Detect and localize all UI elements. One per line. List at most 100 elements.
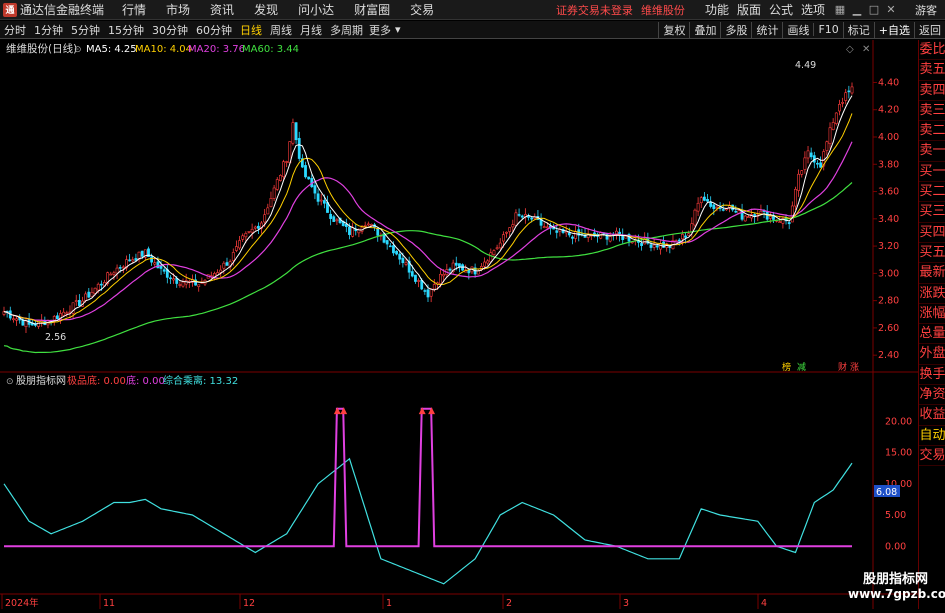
panel-outer[interactable]: 外盘 — [919, 344, 945, 365]
candle-body — [178, 284, 182, 286]
menu-ask[interactable]: 问小达 — [298, 1, 334, 18]
chart-area[interactable]: ▲ ▲ ▲ ▲ 维维股份(日线) ⊙ MA5: 4.25 MA10: 4.04 MA2… — [0, 40, 918, 609]
panel-volume[interactable]: 总量 — [919, 324, 945, 345]
maximize-icon[interactable]: □ — [867, 3, 881, 17]
period-multi[interactable]: 多周期 — [326, 22, 367, 38]
signal-arrow-icon: ▲ — [428, 406, 435, 416]
close-pane-icon[interactable]: ✕ — [862, 44, 870, 55]
f10-button[interactable]: F10 — [813, 23, 842, 36]
period-30min[interactable]: 30分钟 — [148, 22, 192, 38]
indicator-toggle-icon[interactable]: ⊙ — [6, 377, 14, 387]
close-icon[interactable]: ✕ — [884, 3, 898, 17]
more-dropdown-icon[interactable]: ▾ — [393, 23, 403, 36]
menu-formula[interactable]: 公式 — [769, 1, 793, 18]
candle-body — [329, 213, 333, 219]
panel-buy4[interactable]: 买四 — [919, 223, 945, 243]
ma5-label: MA5: 4.25 — [86, 44, 137, 55]
candle-body — [690, 223, 694, 233]
period-weekly[interactable]: 周线 — [266, 22, 296, 38]
panel-net-assets[interactable]: 净资 — [919, 385, 945, 406]
candle-body — [392, 245, 395, 254]
adjust-button[interactable]: 复权 — [658, 21, 689, 38]
stats-button[interactable]: 统计 — [751, 21, 782, 38]
candle-body — [244, 233, 248, 238]
candle-body — [344, 223, 348, 228]
chevron-down-icon[interactable]: ⊙ — [74, 45, 82, 55]
candle-body — [492, 250, 496, 256]
menu-layout[interactable]: 版面 — [737, 1, 761, 18]
period-daily[interactable]: 日线 — [236, 22, 266, 38]
marker-reduce[interactable]: 减 — [797, 361, 806, 373]
candle-body — [423, 290, 427, 292]
diamond-icon[interactable]: ◇ — [846, 44, 854, 55]
marker-finance[interactable]: 财 — [838, 361, 847, 373]
candle-body — [831, 122, 835, 130]
menu-quotes[interactable]: 行情 — [122, 1, 146, 18]
period-5min[interactable]: 5分钟 — [67, 22, 104, 38]
period-15min[interactable]: 15分钟 — [104, 22, 148, 38]
high-price-annotation: 4.49 — [795, 60, 816, 71]
draw-line-button[interactable]: 画线 — [782, 21, 813, 38]
candle-body — [649, 244, 653, 248]
kline-chart-svg[interactable]: ▲ ▲ ▲ ▲ 维维股份(日线) ⊙ MA5: 4.25 MA10: 4.04 MA2… — [0, 40, 918, 609]
panel-sell1[interactable]: 卖一 — [919, 141, 945, 162]
period-60min[interactable]: 60分钟 — [192, 22, 236, 38]
menu-market[interactable]: 市场 — [166, 1, 190, 18]
panel-buy5[interactable]: 买五 — [919, 243, 945, 264]
panel-commit-ratio[interactable]: 委比 — [919, 40, 945, 61]
period-tick[interactable]: 分时 — [0, 22, 30, 38]
panel-change[interactable]: 涨跌 — [919, 284, 945, 304]
panel-turnover[interactable]: 换手 — [919, 365, 945, 386]
menu-trade[interactable]: 交易 — [410, 1, 434, 18]
panel-sell3[interactable]: 卖三 — [919, 101, 945, 122]
guest-user[interactable]: 游客 — [915, 2, 937, 18]
candle-body — [429, 288, 433, 297]
panel-latest[interactable]: 最新 — [919, 263, 945, 284]
candle-body — [99, 283, 103, 286]
menu-function[interactable]: 功能 — [705, 1, 729, 18]
candle-body — [278, 175, 282, 181]
back-button[interactable]: 返回 — [914, 21, 945, 38]
add-favorite-button[interactable]: +自选 — [873, 21, 914, 38]
candle-body — [269, 198, 273, 207]
candle-body — [253, 226, 257, 229]
candle-body — [156, 261, 160, 269]
panel-change-pct[interactable]: 涨幅 — [919, 304, 945, 325]
panel-buy1[interactable]: 买一 — [919, 162, 945, 183]
candle-body — [514, 212, 518, 226]
grid-icon[interactable]: ▦ — [833, 3, 847, 17]
candle-body — [376, 228, 380, 236]
panel-trade[interactable]: 交易 — [919, 446, 945, 467]
menu-news[interactable]: 资讯 — [210, 1, 234, 18]
multi-stock-button[interactable]: 多股 — [720, 21, 751, 38]
menu-options[interactable]: 选项 — [801, 1, 825, 18]
panel-sell4[interactable]: 卖四 — [919, 81, 945, 101]
panel-sell5[interactable]: 卖五 — [919, 60, 945, 81]
price-tick-label: 2.60 — [878, 323, 899, 334]
date-tick-label: 12 — [243, 598, 255, 609]
menu-wealth[interactable]: 财富圈 — [354, 1, 390, 18]
candle-body — [790, 205, 794, 223]
marker-rise[interactable]: 涨 — [850, 362, 859, 373]
candle-body — [90, 291, 94, 297]
candle-body — [112, 272, 116, 275]
panel-buy2[interactable]: 买二 — [919, 182, 945, 203]
candle-body — [388, 245, 392, 248]
panel-buy3[interactable]: 买三 — [919, 202, 945, 223]
minimize-icon[interactable]: ▁ — [850, 3, 864, 17]
candle-body — [652, 244, 656, 248]
marker-bang[interactable]: 榜 — [782, 361, 791, 373]
panel-earnings[interactable]: 收益 — [919, 405, 945, 426]
login-warning[interactable]: 证券交易未登录 — [556, 2, 633, 18]
panel-auto[interactable]: 自动 — [919, 426, 945, 446]
candle-body — [787, 222, 791, 225]
candle-body — [307, 176, 311, 180]
candle-body — [439, 273, 442, 284]
period-monthly[interactable]: 月线 — [296, 22, 326, 38]
mark-button[interactable]: 标记 — [842, 21, 874, 38]
panel-sell2[interactable]: 卖二 — [919, 121, 945, 142]
overlay-button[interactable]: 叠加 — [689, 21, 720, 38]
more-button[interactable]: 更多 — [367, 22, 393, 38]
period-1min[interactable]: 1分钟 — [30, 22, 67, 38]
menu-discover[interactable]: 发现 — [254, 1, 278, 18]
